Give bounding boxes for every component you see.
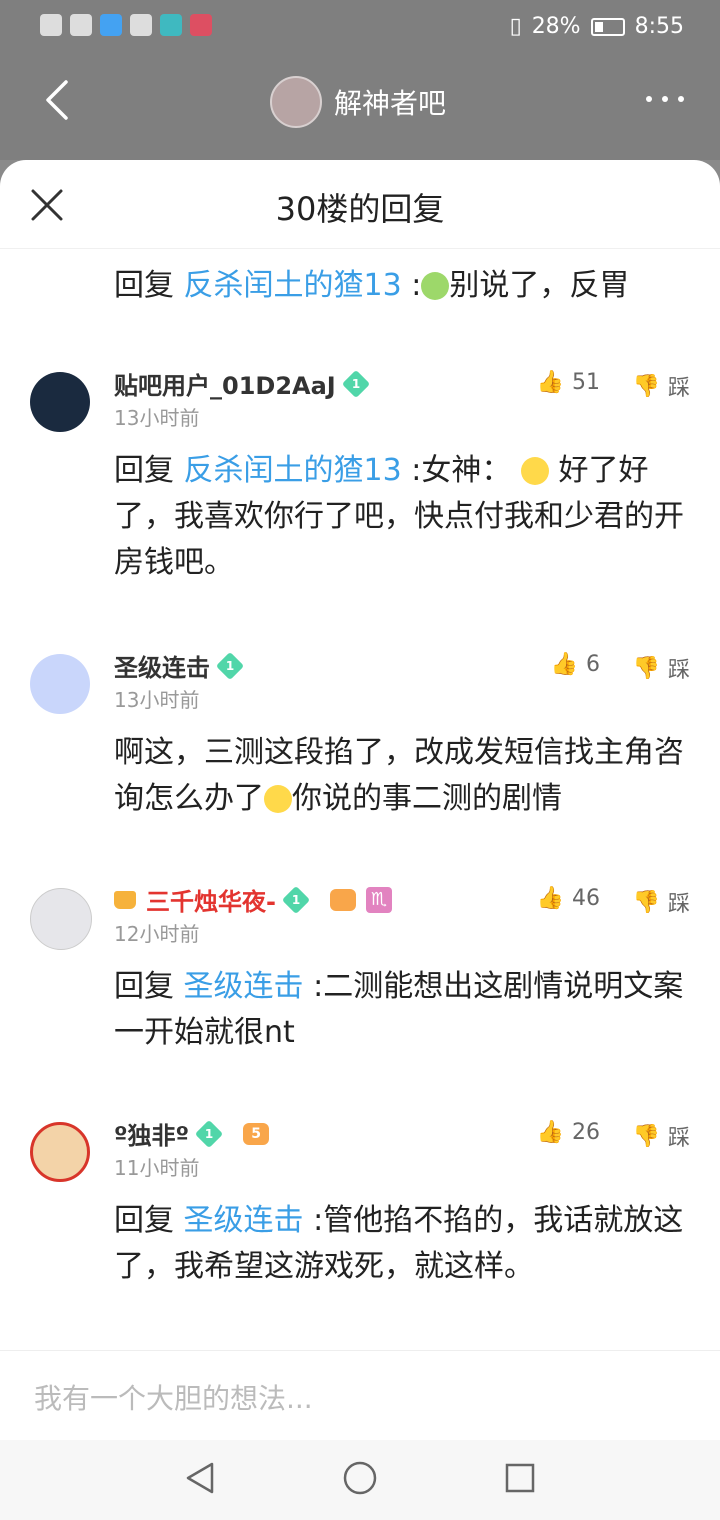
thumbs-up-icon: 👍 — [536, 886, 564, 911]
book-app-icon — [160, 14, 182, 36]
timestamp: 11小时前 — [114, 1156, 200, 1180]
sheet-title: 30楼的回复 — [275, 190, 445, 228]
username-row: º独非º 1 5 — [114, 1116, 270, 1151]
reply-content: 回复 圣级连击 :管他掐不掐的，我话就放这了，我希望这游戏死，就这样。 — [114, 1198, 694, 1290]
username[interactable]: 三千烛华夜- — [146, 882, 276, 917]
reply-prefix: 回复 — [114, 453, 174, 488]
reply-text: :女神： — [411, 453, 512, 488]
username-row: 圣级连击 1 — [114, 648, 245, 683]
thumbs-up-icon: 👍 — [550, 652, 578, 677]
avatar[interactable] — [30, 654, 90, 714]
reply-input-bar[interactable]: 我有一个大胆的想法... — [0, 1350, 720, 1441]
dislike-label: 踩 — [667, 376, 690, 401]
vibrate-icon: ▯ — [509, 14, 522, 39]
reply-text: 别说了，反胃 — [449, 268, 630, 303]
timestamp: 12小时前 — [114, 922, 200, 946]
like-count: 46 — [572, 886, 600, 911]
timestamp: 13小时前 — [114, 406, 200, 430]
forum-header[interactable]: 解神者吧 — [270, 76, 446, 128]
battery-icon — [590, 17, 625, 36]
home-circle-icon[interactable] — [342, 1460, 378, 1496]
thumbs-down-icon: 👎 — [632, 655, 660, 681]
reply-prefix: 回复 — [114, 1203, 174, 1238]
avatar[interactable] — [30, 372, 90, 432]
clock: 8:55 — [634, 14, 684, 39]
username-row: 贴吧用户_01D2AaJ 1 — [114, 366, 370, 401]
level-badge: 1 — [194, 1119, 224, 1148]
thumbs-down-icon: 👎 — [632, 889, 660, 915]
status-icons-left — [40, 14, 212, 36]
game-emblem-icon — [329, 888, 356, 911]
reply-content: 啊这，三测这段掐了，改成发短信找主角咨询怎么办了 你说的事二测的剧情 — [114, 730, 694, 822]
reply-target-link[interactable]: 反杀闰土的猹13 — [184, 453, 402, 488]
system-nav-bar — [0, 1440, 720, 1520]
level-badge: 1 — [215, 651, 245, 680]
username[interactable]: 贴吧用户_01D2AaJ — [114, 366, 336, 401]
level-badge: 1 — [281, 885, 311, 914]
status-icons-right: ▯ 28% 8:55 — [510, 14, 684, 39]
reply-content: 回复 圣级连击 :二测能想出这剧情说明文案一开始就很nt — [114, 964, 694, 1056]
forum-avatar — [270, 76, 322, 128]
thumbs-down-icon: 👎 — [632, 373, 660, 399]
username[interactable]: º独非º — [114, 1116, 189, 1151]
reply-target-link[interactable]: 圣级连击 — [184, 969, 304, 1004]
like-button[interactable]: 👍 46 — [537, 886, 600, 911]
top-nav: 解神者吧 — [0, 56, 720, 160]
reply-prefix: 回复 — [114, 268, 174, 303]
shield-app-icon — [100, 14, 122, 36]
dislike-button[interactable]: 👎 踩 — [633, 370, 690, 402]
sick-emoji-icon — [421, 272, 450, 300]
game-emblem-icon: 5 — [243, 1122, 270, 1145]
reply-text-continued: 你说的事二测的剧情 — [292, 781, 562, 816]
like-button[interactable]: 👍 51 — [537, 370, 600, 395]
back-arrow-icon[interactable] — [40, 78, 76, 122]
crown-icon — [114, 890, 136, 909]
like-count: 26 — [572, 1120, 600, 1145]
sheet-header: 30楼的回复 — [0, 160, 720, 249]
status-bar: ▯ 28% 8:55 — [0, 0, 720, 56]
avatar[interactable] — [30, 888, 92, 950]
wifi-icon — [70, 14, 92, 36]
video-app-icon — [190, 14, 212, 36]
recents-square-icon[interactable] — [502, 1460, 538, 1496]
app-icon — [130, 14, 152, 36]
like-button[interactable]: 👍 6 — [551, 652, 600, 677]
reply-target-link[interactable]: 圣级连击 — [184, 1203, 304, 1238]
avatar[interactable] — [30, 1122, 90, 1182]
username[interactable]: 圣级连击 — [114, 648, 210, 683]
like-count: 51 — [572, 370, 600, 395]
more-icon[interactable] — [646, 96, 684, 102]
username-row: 三千烛华夜- 1 ♏ — [114, 882, 392, 917]
reply-content: 回复 反杀闰土的猹13 :女神： 好了好了，我喜欢你行了吧，快点付我和少君的开房… — [114, 448, 694, 586]
reply-sheet: 30楼的回复 回复 反杀闰土的猹13 : 别说了，反胃 贴吧用户_01D2AaJ … — [0, 160, 720, 1440]
top-reply-text: 回复 反杀闰土的猹13 : 别说了，反胃 — [114, 268, 630, 303]
reply-input[interactable]: 我有一个大胆的想法... — [34, 1377, 313, 1417]
thumbs-down-icon: 👎 — [632, 1123, 660, 1149]
timestamp: 13小时前 — [114, 688, 200, 712]
level-badge: 1 — [341, 369, 370, 398]
battery-percent: 28% — [531, 14, 581, 39]
thumbs-up-icon: 👍 — [536, 370, 564, 395]
dislike-label: 踩 — [667, 658, 690, 683]
dislike-button[interactable]: 👎 踩 — [633, 1120, 690, 1152]
dislike-button[interactable]: 👎 踩 — [633, 886, 690, 918]
signal-icon — [40, 14, 62, 36]
thumbs-up-icon: 👍 — [536, 1120, 564, 1145]
back-triangle-icon[interactable] — [182, 1460, 218, 1496]
reply-prefix: 回复 — [114, 969, 174, 1004]
like-button[interactable]: 👍 26 — [537, 1120, 600, 1145]
dislike-label: 踩 — [667, 892, 690, 917]
dislike-button[interactable]: 👎 踩 — [633, 652, 690, 684]
dislike-label: 踩 — [667, 1126, 690, 1151]
thinking-emoji-icon — [264, 785, 292, 813]
reply-target-link[interactable]: 反杀闰土的猹13 — [184, 268, 402, 303]
smile-emoji-icon — [520, 457, 549, 485]
forum-name: 解神者吧 — [334, 87, 447, 120]
like-count: 6 — [586, 652, 600, 677]
zodiac-icon: ♏ — [365, 886, 392, 913]
